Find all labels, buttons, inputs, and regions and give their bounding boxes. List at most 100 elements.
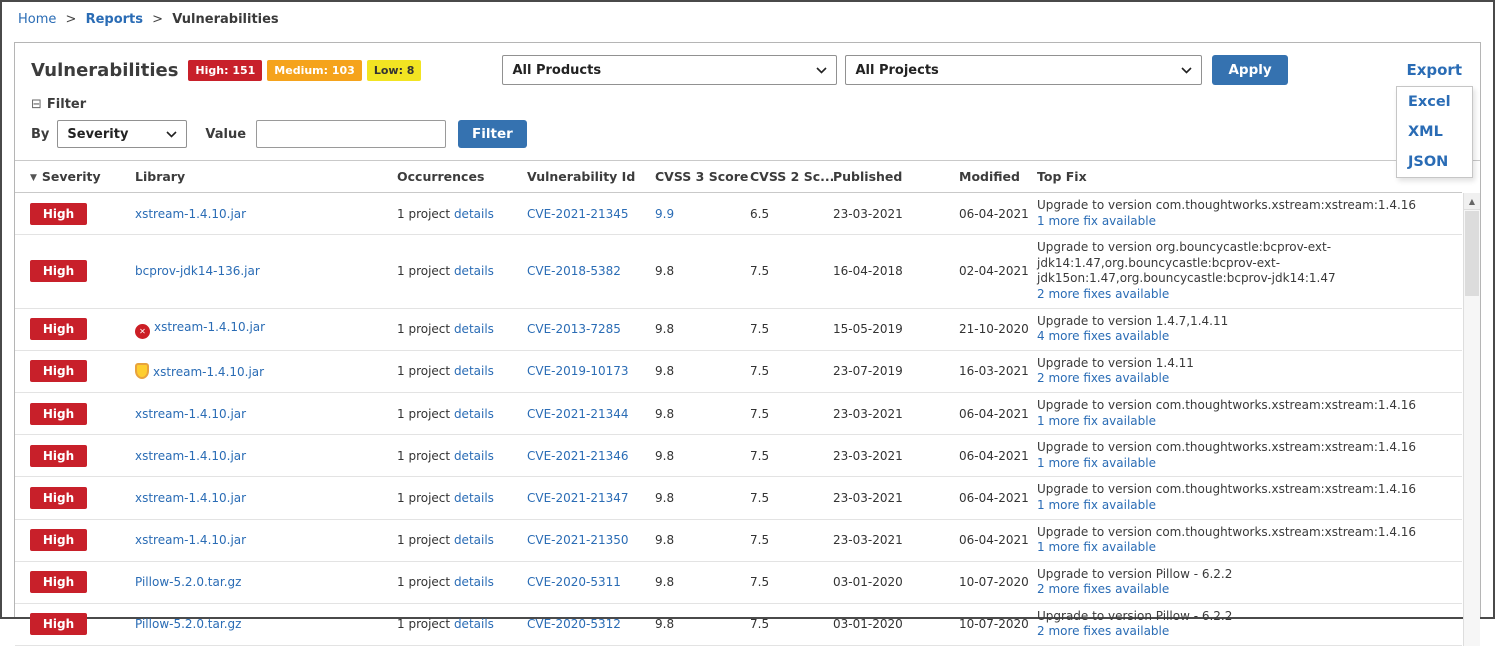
breadcrumb-home-link[interactable]: Home (18, 12, 56, 27)
breadcrumb-reports-link[interactable]: Reports (86, 12, 143, 27)
column-header-severity[interactable]: ▼Severity (15, 161, 135, 193)
vulnerability-id-link[interactable]: CVE-2013-7285 (527, 322, 621, 336)
occurrences-text: 1 project (397, 491, 450, 505)
details-link[interactable]: details (454, 575, 494, 589)
library-link[interactable]: xstream-1.4.10.jar (135, 207, 246, 221)
cvss3-score-value: 9.8 (655, 603, 750, 645)
table-row: High xstream-1.4.10.jar 1 project detail… (15, 350, 1462, 392)
cvss2-score-value: 7.5 (750, 561, 833, 603)
more-fixes-link[interactable]: 1 more fix available (1037, 456, 1156, 470)
column-header-published[interactable]: Published (833, 161, 959, 193)
export-json-option[interactable]: JSON (1397, 147, 1472, 177)
products-dropdown-value: All Products (512, 63, 601, 78)
chevron-down-icon (1181, 67, 1192, 74)
occurrences-text: 1 project (397, 322, 450, 336)
details-link[interactable]: details (454, 264, 494, 278)
more-fixes-link[interactable]: 2 more fixes available (1037, 582, 1169, 596)
library-link[interactable]: bcprov-jdk14-136.jar (135, 264, 260, 278)
details-link[interactable]: details (454, 322, 494, 336)
column-header-cvss2-score[interactable]: CVSS 2 Sc... (750, 161, 833, 193)
panel-header: Vulnerabilities High: 151 Medium: 103 Lo… (15, 43, 1480, 95)
column-header-library[interactable]: Library (135, 161, 397, 193)
filter-button[interactable]: Filter (458, 120, 527, 148)
filter-by-dropdown[interactable]: Severity (57, 120, 187, 148)
column-header-vulnerability-id[interactable]: Vulnerability Id (527, 161, 655, 193)
library-link[interactable]: xstream-1.4.10.jar (135, 491, 246, 505)
top-fix-text: Upgrade to version com.thoughtworks.xstr… (1037, 440, 1454, 456)
table-row: High xstream-1.4.10.jar 1 project detail… (15, 519, 1462, 561)
more-fixes-link[interactable]: 1 more fix available (1037, 414, 1156, 428)
vulnerability-id-link[interactable]: CVE-2021-21350 (527, 533, 629, 547)
details-link[interactable]: details (454, 533, 494, 547)
occurrences-text: 1 project (397, 364, 450, 378)
apply-button[interactable]: Apply (1212, 55, 1287, 85)
top-fix-text: Upgrade to version 1.4.7,1.4.11 (1037, 314, 1454, 330)
scroll-up-arrow-icon[interactable]: ▲ (1464, 193, 1480, 210)
cvss3-score-value: 9.8 (655, 308, 750, 350)
more-fixes-link[interactable]: 2 more fixes available (1037, 287, 1169, 301)
more-fixes-link[interactable]: 4 more fixes available (1037, 329, 1169, 343)
library-link[interactable]: Pillow-5.2.0.tar.gz (135, 617, 241, 631)
modified-date: 02-04-2021 (959, 235, 1037, 308)
vulnerability-id-link[interactable]: CVE-2021-21347 (527, 491, 629, 505)
column-header-modified[interactable]: Modified (959, 161, 1037, 193)
more-fixes-link[interactable]: 1 more fix available (1037, 498, 1156, 512)
table-container: ▼Severity Library Occurrences Vulnerabil… (15, 160, 1480, 646)
scrollbar-thumb[interactable] (1465, 211, 1479, 296)
export-xml-option[interactable]: XML (1397, 117, 1472, 147)
table-row: High Pillow-5.2.0.tar.gz 1 project detai… (15, 561, 1462, 603)
vulnerability-id-link[interactable]: CVE-2019-10173 (527, 364, 629, 378)
top-fix-text: Upgrade to version Pillow - 6.2.2 (1037, 609, 1454, 625)
vulnerability-id-link[interactable]: CVE-2021-21345 (527, 207, 629, 221)
library-link[interactable]: xstream-1.4.10.jar (153, 365, 264, 379)
vertical-scrollbar[interactable]: ▲ (1463, 193, 1480, 646)
value-label: Value (205, 127, 246, 142)
more-fixes-link[interactable]: 2 more fixes available (1037, 624, 1169, 638)
published-date: 23-03-2021 (833, 477, 959, 519)
filter-value-input[interactable] (256, 120, 446, 148)
table-row: High xstream-1.4.10.jar 1 project detail… (15, 392, 1462, 434)
details-link[interactable]: details (454, 491, 494, 505)
details-link[interactable]: details (454, 617, 494, 631)
details-link[interactable]: details (454, 407, 494, 421)
library-link[interactable]: xstream-1.4.10.jar (135, 449, 246, 463)
vulnerabilities-table: ▼Severity Library Occurrences Vulnerabil… (15, 161, 1462, 646)
products-dropdown[interactable]: All Products (502, 55, 837, 85)
cvss3-score-value: 9.9 (655, 193, 750, 235)
column-header-cvss3-score[interactable]: CVSS 3 Score (655, 161, 750, 193)
severity-badge: High (30, 445, 87, 467)
more-fixes-link[interactable]: 2 more fixes available (1037, 371, 1169, 385)
more-fixes-link[interactable]: 1 more fix available (1037, 214, 1156, 228)
top-fix-text: Upgrade to version com.thoughtworks.xstr… (1037, 482, 1454, 498)
library-link[interactable]: xstream-1.4.10.jar (135, 533, 246, 547)
low-count-badge: Low: 8 (367, 60, 422, 81)
vulnerability-id-link[interactable]: CVE-2018-5382 (527, 264, 621, 278)
cvss3-score-value: 9.8 (655, 350, 750, 392)
column-header-occurrences[interactable]: Occurrences (397, 161, 527, 193)
top-fix-text: Upgrade to version com.thoughtworks.xstr… (1037, 198, 1454, 214)
library-link[interactable]: Pillow-5.2.0.tar.gz (135, 575, 241, 589)
vulnerability-id-link[interactable]: CVE-2020-5312 (527, 617, 621, 631)
details-link[interactable]: details (454, 207, 494, 221)
breadcrumb-current-page: Vulnerabilities (172, 12, 278, 27)
library-link[interactable]: xstream-1.4.10.jar (154, 320, 265, 334)
table-row: High xstream-1.4.10.jar 1 project detail… (15, 193, 1462, 235)
more-fixes-link[interactable]: 1 more fix available (1037, 540, 1156, 554)
export-excel-option[interactable]: Excel (1397, 87, 1472, 117)
details-link[interactable]: details (454, 449, 494, 463)
published-date: 15-05-2019 (833, 308, 959, 350)
collapse-icon[interactable]: ⊟ (31, 97, 42, 112)
vulnerability-id-link[interactable]: CVE-2021-21346 (527, 449, 629, 463)
export-link[interactable]: Export (1406, 61, 1464, 79)
breadcrumb-separator: > (152, 12, 163, 27)
cvss2-score-value: 7.5 (750, 435, 833, 477)
cvss3-score-value: 9.8 (655, 392, 750, 434)
details-link[interactable]: details (454, 364, 494, 378)
cvss2-score-value: 7.5 (750, 392, 833, 434)
projects-dropdown[interactable]: All Projects (845, 55, 1202, 85)
cvss3-score-value: 9.8 (655, 519, 750, 561)
modified-date: 06-04-2021 (959, 392, 1037, 434)
vulnerability-id-link[interactable]: CVE-2020-5311 (527, 575, 621, 589)
library-link[interactable]: xstream-1.4.10.jar (135, 407, 246, 421)
vulnerability-id-link[interactable]: CVE-2021-21344 (527, 407, 629, 421)
